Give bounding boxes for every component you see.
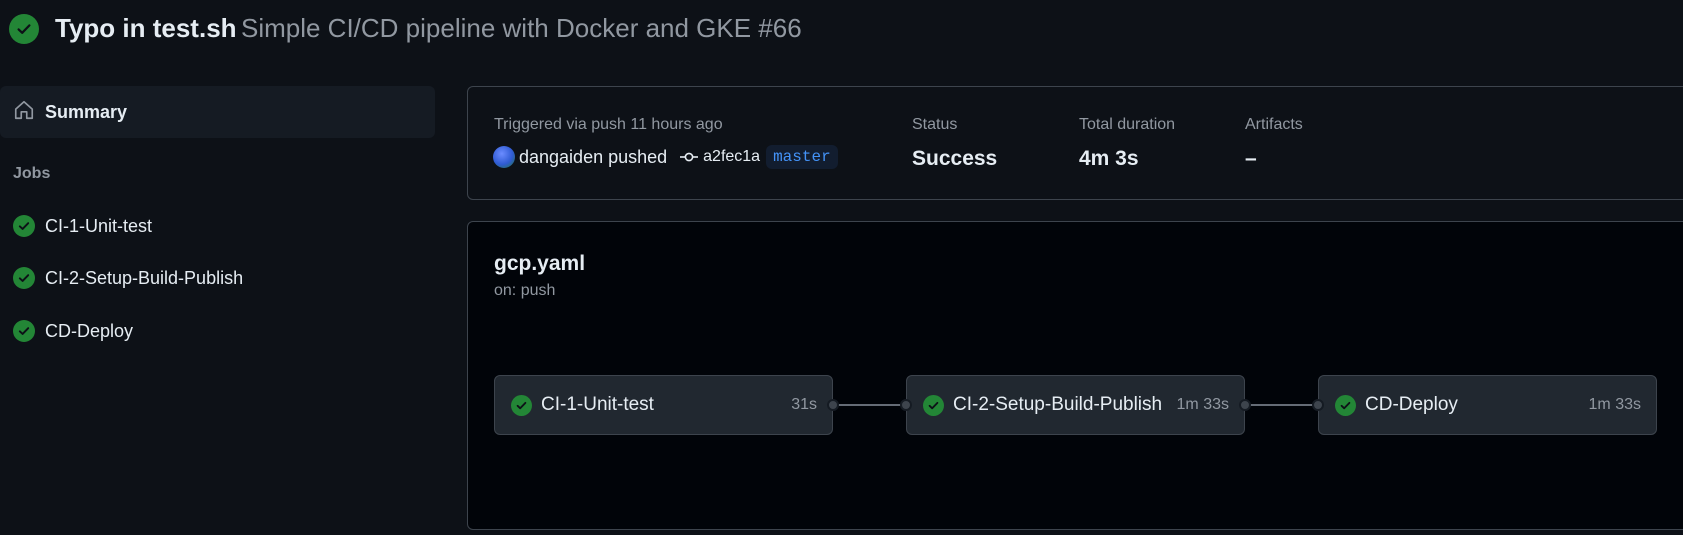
duration-value: 4m 3s [1079, 147, 1139, 170]
sidebar-job-label: CI-1-Unit-test [45, 215, 153, 236]
workflow-graph-panel: gcp.yaml on: push CI-1-Unit-test 31s CI-… [467, 221, 1683, 530]
artifacts-value: – [1245, 147, 1257, 170]
home-icon [13, 99, 35, 126]
avatar[interactable] [493, 146, 515, 168]
job-duration: 1m 33s [1588, 396, 1641, 413]
status-label: Status [912, 116, 958, 133]
artifacts-stat: Artifacts – [1245, 116, 1303, 171]
graph-job-ci-2-setup-build-publish[interactable]: CI-2-Setup-Build-Publish 1m 33s [906, 375, 1245, 435]
connector-dot [1239, 399, 1251, 411]
success-check-icon [9, 13, 39, 44]
job-name: CD-Deploy [1365, 394, 1458, 415]
run-summary-panel: Triggered via push 11 hours ago dangaide… [467, 86, 1683, 200]
sidebar-item-label: Summary [45, 101, 128, 122]
status-stat: Status Success [912, 116, 997, 171]
success-check-icon [923, 394, 944, 416]
duration-label: Total duration [1079, 116, 1176, 133]
job-name: CI-1-Unit-test [541, 394, 654, 415]
run-header: Typo in test.sh Simple CI/CD pipeline wi… [9, 13, 802, 44]
success-check-icon [511, 394, 532, 416]
actor-link[interactable]: dangaiden pushed [519, 147, 667, 168]
graph-job-cd-deploy[interactable]: CD-Deploy 1m 33s [1318, 375, 1657, 435]
success-check-icon [13, 215, 35, 237]
sidebar-job-cd-deploy[interactable]: CD-Deploy [0, 311, 435, 351]
connector-dot [827, 399, 839, 411]
connector-dot [1312, 399, 1324, 411]
sidebar-job-label: CD-Deploy [45, 320, 134, 341]
success-check-icon [1335, 394, 1356, 416]
workflow-file-name[interactable]: gcp.yaml [494, 252, 585, 276]
commit-title[interactable]: Typo in test.sh [55, 13, 237, 43]
job-duration: 31s [791, 396, 817, 413]
git-commit-icon [679, 149, 699, 165]
branch-label[interactable]: master [766, 145, 838, 169]
jobs-heading: Jobs [13, 165, 51, 182]
sidebar-job-label: CI-2-Setup-Build-Publish [45, 267, 244, 288]
commit-sha-link[interactable]: a2fec1a [703, 148, 760, 166]
success-check-icon [13, 267, 35, 289]
artifacts-label: Artifacts [1245, 116, 1303, 133]
sidebar-job-ci-2-setup-build-publish[interactable]: CI-2-Setup-Build-Publish [0, 258, 435, 298]
duration-stat: Total duration 4m 3s [1079, 116, 1175, 171]
workflow-trigger: on: push [494, 282, 556, 299]
workflow-run-name: Simple CI/CD pipeline with Docker and GK… [240, 13, 802, 43]
status-value: Success [912, 147, 998, 170]
sidebar-job-ci-1-unit-test[interactable]: CI-1-Unit-test [0, 206, 435, 246]
success-check-icon [13, 320, 35, 342]
job-connector [833, 404, 906, 406]
workflow-run-page: Typo in test.sh Simple CI/CD pipeline wi… [0, 0, 1683, 535]
connector-dot [900, 399, 912, 411]
job-connector [1245, 404, 1318, 406]
push-info: dangaiden pushed a2fec1a master [493, 145, 838, 169]
sidebar-item-summary[interactable]: Summary [0, 86, 435, 138]
graph-job-ci-1-unit-test[interactable]: CI-1-Unit-test 31s [494, 375, 833, 435]
job-duration: 1m 33s [1176, 396, 1229, 413]
trigger-text: Triggered via push 11 hours ago [494, 116, 723, 133]
job-name: CI-2-Setup-Build-Publish [953, 394, 1163, 415]
